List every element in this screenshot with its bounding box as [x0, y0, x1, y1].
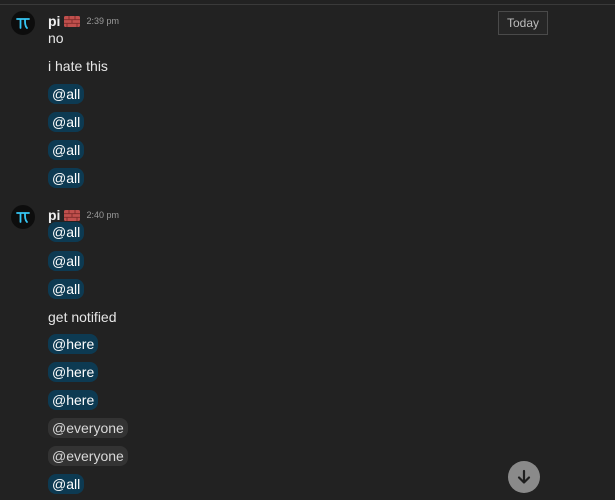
username[interactable]: pi: [48, 13, 60, 29]
message-line: @here: [48, 334, 99, 354]
message-line: @all: [48, 112, 85, 132]
pi-symbol-avatar-icon[interactable]: [11, 11, 35, 35]
mention-here[interactable]: @here: [48, 362, 99, 382]
message-line: @here: [48, 390, 99, 410]
mention-everyone[interactable]: @everyone: [48, 418, 128, 438]
message-line: i hate this: [48, 56, 108, 76]
message-line: @all: [48, 140, 85, 160]
message-line: no: [48, 28, 64, 48]
message-timestamp: 2:40 pm: [86, 210, 119, 220]
message-text: get notified: [48, 309, 117, 325]
message-line: get notified: [48, 307, 117, 327]
mention-here[interactable]: @here: [48, 390, 99, 410]
arrow-down-icon: [517, 469, 531, 484]
brick-emoji-icon: [64, 15, 81, 27]
pi-symbol-avatar-icon[interactable]: [11, 205, 35, 229]
message-line: @all: [48, 84, 85, 104]
message-line: @all: [48, 168, 85, 188]
mention-all[interactable]: @all: [48, 222, 85, 242]
mention-all[interactable]: @all: [48, 251, 85, 271]
scroll-to-bottom-button[interactable]: [508, 461, 540, 493]
message-text: i hate this: [48, 58, 108, 74]
message-line: @all: [48, 279, 85, 299]
mention-all[interactable]: @all: [48, 112, 85, 132]
message-line: @all: [48, 222, 85, 242]
message-line: @everyone: [48, 418, 128, 438]
message-group: pi 2:39 pm no i hate this @all @all @all…: [0, 11, 615, 191]
username[interactable]: pi: [48, 207, 60, 223]
brick-emoji-icon: [64, 209, 81, 221]
message-line: @everyone: [48, 446, 128, 466]
mention-all[interactable]: @all: [48, 84, 85, 104]
mention-here[interactable]: @here: [48, 334, 99, 354]
message-group: pi 2:40 pm @all @all @all get notified @…: [0, 205, 615, 500]
mention-all[interactable]: @all: [48, 168, 85, 188]
mention-all[interactable]: @all: [48, 279, 85, 299]
mention-all[interactable]: @all: [48, 140, 85, 160]
message-line: @here: [48, 362, 99, 382]
mention-all[interactable]: @all: [48, 474, 85, 494]
mention-everyone[interactable]: @everyone: [48, 446, 128, 466]
message-text: no: [48, 30, 64, 46]
message-line: @all: [48, 474, 85, 494]
top-divider: [0, 4, 615, 5]
message-timestamp: 2:39 pm: [86, 16, 119, 26]
message-line: @all: [48, 251, 85, 271]
